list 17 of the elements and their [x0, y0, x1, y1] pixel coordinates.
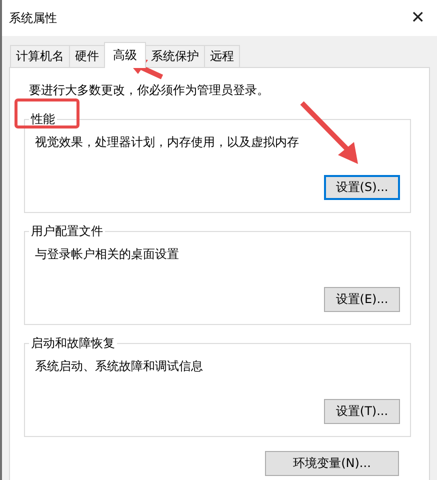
- group-description: 与登录帐户相关的桌面设置: [35, 246, 180, 263]
- highlight-frame: [14, 98, 80, 128]
- group-description: 系统启动、系统故障和调试信息: [35, 358, 204, 375]
- settings-button[interactable]: 设置(T)...: [324, 399, 400, 424]
- tab[interactable]: 计算机名: [10, 45, 70, 67]
- group-description: 视觉效果，处理器计划，内存使用，以及虚拟内存: [35, 134, 300, 151]
- settings-button[interactable]: 设置(S)...: [324, 175, 400, 200]
- window-title: 系统属性: [9, 10, 57, 26]
- environment-variables-button[interactable]: 环境变量(N)...: [265, 451, 399, 476]
- annotation-arrow: [300, 101, 358, 164]
- close-button[interactable]: ✕: [404, 8, 431, 28]
- group-title: 启动和故障恢复: [29, 335, 117, 352]
- admin-notice: 要进行大多数更改，你必须作为管理员登录。: [28, 82, 270, 99]
- settings-button[interactable]: 设置(E)...: [324, 287, 400, 312]
- tab[interactable]: 高级: [104, 42, 146, 68]
- tab[interactable]: 远程: [204, 45, 240, 67]
- group-title: 用户配置文件: [29, 223, 105, 240]
